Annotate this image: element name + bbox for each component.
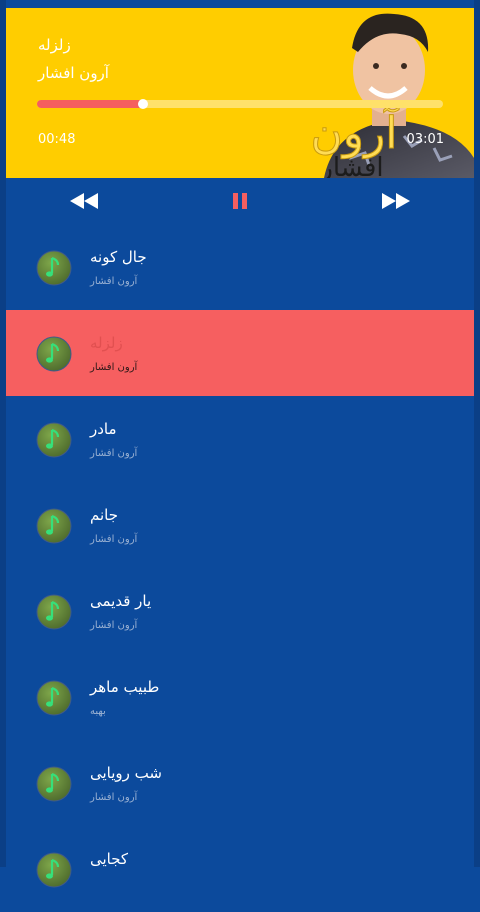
song-title: زلزله	[90, 334, 123, 352]
now-playing-panel: آرون افشار زلزله آرون افشار 00:48 03:01	[6, 8, 474, 178]
music-note-icon	[36, 680, 72, 716]
rewind-icon	[70, 193, 98, 209]
previous-button[interactable]	[68, 188, 102, 214]
seek-bar[interactable]	[37, 99, 443, 109]
seek-bar-progress	[37, 100, 143, 108]
song-artist: آرون افشار	[90, 534, 138, 545]
now-playing-artist: آرون افشار	[38, 64, 109, 82]
song-list-item[interactable]: کجایی	[6, 826, 474, 912]
music-note-icon	[36, 422, 72, 458]
song-artist: آرون افشار	[90, 792, 138, 803]
pause-button[interactable]	[228, 188, 252, 214]
elapsed-time: 00:48	[38, 132, 76, 147]
song-title: جانم	[90, 506, 119, 524]
song-title: شب رویایی	[90, 764, 162, 782]
svg-text:آرون: آرون	[310, 106, 399, 159]
song-title: یار قدیمی	[90, 592, 152, 610]
song-title: طبیب ماهر	[90, 678, 160, 696]
svg-text:افشار: افشار	[318, 153, 383, 178]
song-title: جال کونه	[90, 248, 147, 266]
music-note-icon	[36, 336, 72, 372]
playback-controls	[6, 178, 474, 224]
song-list-item[interactable]: زلزله آرون افشار	[6, 310, 474, 396]
song-list-item[interactable]: مادر آرون افشار	[6, 396, 474, 482]
total-duration: 03:01	[406, 132, 444, 147]
seek-bar-thumb[interactable]	[137, 99, 148, 109]
song-title: مادر	[90, 420, 117, 438]
fast-forward-icon	[382, 193, 410, 209]
song-list-item[interactable]: طبیب ماهر بهبه	[6, 654, 474, 740]
music-note-icon	[36, 852, 72, 888]
music-note-icon	[36, 594, 72, 630]
song-artist: آرون افشار	[90, 448, 138, 459]
song-list-item[interactable]: جال کونه آرون افشار	[6, 224, 474, 310]
song-list-item[interactable]: شب رویایی آرون افشار	[6, 740, 474, 826]
song-artist: بهبه	[90, 706, 106, 717]
music-note-icon	[36, 766, 72, 802]
song-artist: آرون افشار	[90, 276, 138, 287]
music-note-icon	[36, 250, 72, 286]
music-note-icon	[36, 508, 72, 544]
song-title: کجایی	[90, 850, 129, 868]
song-list-item[interactable]: یار قدیمی آرون افشار	[6, 568, 474, 654]
song-list-item[interactable]: جانم آرون افشار	[6, 482, 474, 568]
album-art: آرون افشار	[310, 13, 474, 178]
next-button[interactable]	[378, 188, 412, 214]
pause-icon	[233, 193, 247, 209]
song-artist: آرون افشار	[90, 620, 138, 631]
now-playing-title: زلزله	[38, 36, 71, 54]
song-artist: آرون افشار	[90, 362, 138, 373]
